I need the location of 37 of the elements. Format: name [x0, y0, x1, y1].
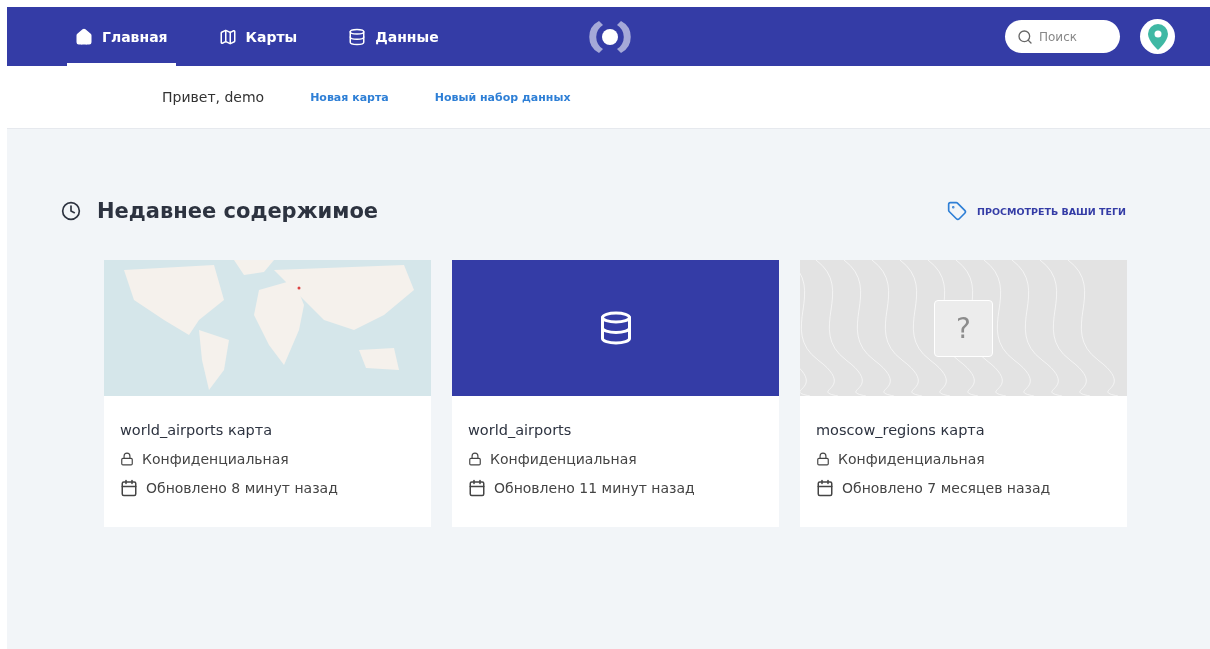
- logo-icon: [589, 19, 631, 55]
- greeting: Привет, demo: [162, 89, 265, 105]
- create-link[interactable]: Новый набор данных: [434, 90, 571, 104]
- lock-icon: [468, 452, 482, 466]
- content-card[interactable]: world_airports Конфиденциальная Обновлено 11 минут назад: [452, 260, 779, 527]
- map-pin-icon: [1147, 23, 1168, 50]
- nav-tab[interactable]: Главная: [67, 7, 176, 66]
- privacy-label: Конфиденциальная: [490, 451, 637, 467]
- section-title: Недавнее содержимое: [97, 199, 379, 223]
- updated-label: Обновлено 7 месяцев назад: [842, 480, 1051, 496]
- calendar-icon: [468, 479, 486, 497]
- updated-label: Обновлено 8 минут назад: [146, 480, 338, 496]
- updated-label: Обновлено 11 минут назад: [494, 480, 695, 496]
- content-card[interactable]: world_airports карта Конфиденциальная Обновлено 8 минут назад: [104, 260, 431, 527]
- tags-link[interactable]: ПРОСМОТРЕТЬ ВАШИ ТЕГИ: [947, 201, 1126, 221]
- database-icon: [348, 27, 367, 46]
- user-avatar[interactable]: [1140, 19, 1175, 54]
- calendar-icon: [816, 479, 834, 497]
- tag-icon: [947, 201, 967, 221]
- nav-tab[interactable]: Данные: [340, 7, 447, 66]
- map-icon: [218, 27, 237, 46]
- privacy-label: Конфиденциальная: [838, 451, 985, 467]
- placeholder-symbol: ?: [934, 299, 993, 357]
- lock-icon: [120, 452, 134, 466]
- card-title: moscow_regions карта: [816, 422, 986, 438]
- card-title: world_airports карта: [120, 422, 274, 438]
- card-title: world_airports: [468, 422, 573, 438]
- lock-icon: [816, 452, 830, 466]
- home-icon: [75, 27, 93, 46]
- search-icon: [1017, 29, 1033, 45]
- privacy-label: Конфиденциальная: [142, 451, 289, 467]
- clock-icon: [61, 201, 81, 221]
- create-link[interactable]: Новая карта: [310, 90, 389, 104]
- search-field[interactable]: Поиск: [1005, 20, 1120, 53]
- content-card[interactable]: ? moscow_regions карта Конфиденциальная Обновлено 7 месяцев назад: [800, 260, 1127, 527]
- calendar-icon: [120, 479, 138, 497]
- nav-tab[interactable]: Карты: [210, 7, 306, 66]
